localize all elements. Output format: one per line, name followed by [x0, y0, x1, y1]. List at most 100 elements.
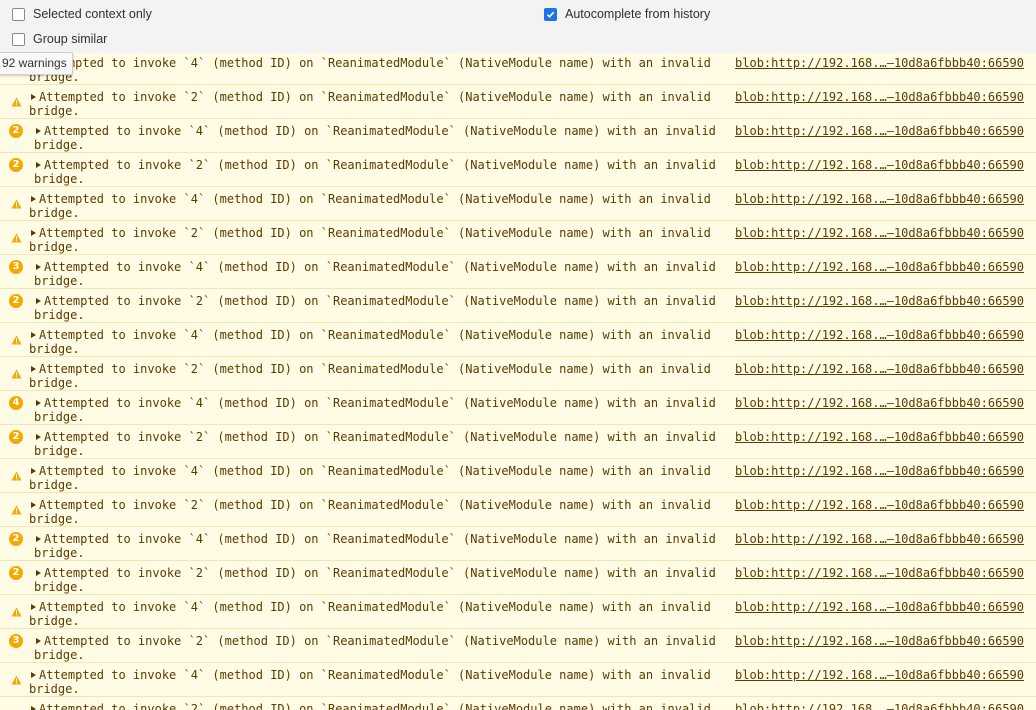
- expand-arrow-icon[interactable]: [31, 468, 36, 474]
- expand-arrow-icon[interactable]: [31, 196, 36, 202]
- console-message-text[interactable]: Attempted to invoke `2` (method ID) on `…: [29, 498, 729, 526]
- console-message-text[interactable]: Attempted to invoke `4` (method ID) on `…: [29, 668, 729, 696]
- expand-arrow-icon[interactable]: [36, 264, 41, 270]
- console-message-row[interactable]: Attempted to invoke `4` (method ID) on `…: [0, 187, 1036, 221]
- console-message-row[interactable]: Attempted to invoke `2` (method ID) on `…: [0, 357, 1036, 391]
- source-link[interactable]: blob:http://192.168.…–10d8a6fbbb40:66590: [735, 600, 1024, 614]
- warnings-count-tooltip: 92 warnings: [0, 52, 73, 75]
- expand-arrow-icon[interactable]: [31, 604, 36, 610]
- console-message-text[interactable]: Attempted to invoke `2` (method ID) on `…: [29, 362, 729, 390]
- console-message-text[interactable]: Attempted to invoke `2` (method ID) on `…: [29, 702, 729, 710]
- source-link[interactable]: blob:http://192.168.…–10d8a6fbbb40:66590: [735, 56, 1024, 70]
- console-message-row[interactable]: 4 Attempted to invoke `4` (method ID) on …: [0, 391, 1036, 425]
- console-message-text[interactable]: Attempted to invoke `2` (method ID) on `…: [29, 90, 729, 118]
- console-message-row[interactable]: 2 Attempted to invoke `2` (method ID) on …: [0, 425, 1036, 459]
- expand-arrow-icon[interactable]: [31, 706, 36, 710]
- source-link[interactable]: blob:http://192.168.…–10d8a6fbbb40:66590: [735, 566, 1024, 580]
- expand-arrow-icon[interactable]: [36, 400, 41, 406]
- console-message-row[interactable]: Attempted to invoke `4` (method ID) on `…: [0, 663, 1036, 697]
- console-message-text[interactable]: Attempted to invoke `4` (method ID) on `…: [29, 328, 729, 356]
- repeat-count-badge: 2: [9, 158, 23, 172]
- console-message-row[interactable]: 2 Attempted to invoke `2` (method ID) on …: [0, 561, 1036, 595]
- console-message-text[interactable]: Attempted to invoke `2` (method ID) on `…: [34, 158, 734, 186]
- console-message-text[interactable]: Attempted to invoke `2` (method ID) on `…: [29, 226, 729, 254]
- console-message-row[interactable]: 3 Attempted to invoke `2` (method ID) on …: [0, 629, 1036, 663]
- expand-arrow-icon[interactable]: [31, 332, 36, 338]
- group-similar-checkbox[interactable]: [12, 32, 25, 46]
- source-link[interactable]: blob:http://192.168.…–10d8a6fbbb40:66590: [735, 124, 1024, 138]
- selected-context-only-label: Selected context only: [33, 7, 152, 21]
- console-message-row[interactable]: 3 Attempted to invoke `4` (method ID) on …: [0, 255, 1036, 289]
- console-message-row[interactable]: Attempted to invoke `4` (method ID) on `…: [0, 595, 1036, 629]
- console-message-row[interactable]: Attempted to invoke `4` (method ID) on `…: [0, 459, 1036, 493]
- source-link[interactable]: blob:http://192.168.…–10d8a6fbbb40:66590: [735, 226, 1024, 240]
- selected-context-only-option[interactable]: Selected context only: [12, 7, 152, 21]
- expand-arrow-icon[interactable]: [36, 162, 41, 168]
- console-message-text[interactable]: Attempted to invoke `4` (method ID) on `…: [29, 600, 729, 628]
- source-link[interactable]: blob:http://192.168.…–10d8a6fbbb40:66590: [735, 90, 1024, 104]
- message-line-continued: bridge.: [34, 546, 85, 560]
- console-message-row[interactable]: Attempted to invoke `2` (method ID) on `…: [0, 221, 1036, 255]
- console-message-row[interactable]: Attempted to invoke `2` (method ID) on `…: [0, 697, 1036, 710]
- source-link[interactable]: blob:http://192.168.…–10d8a6fbbb40:66590: [735, 396, 1024, 410]
- console-message-text[interactable]: Attempted to invoke `4` (method ID) on `…: [34, 396, 734, 424]
- expand-arrow-icon[interactable]: [31, 502, 36, 508]
- console-message-text[interactable]: Attempted to invoke `2` (method ID) on `…: [34, 294, 734, 322]
- group-similar-option[interactable]: Group similar: [12, 32, 107, 46]
- source-link[interactable]: blob:http://192.168.…–10d8a6fbbb40:66590: [735, 498, 1024, 512]
- console-message-row[interactable]: 2 Attempted to invoke `2` (method ID) on …: [0, 153, 1036, 187]
- message-line: Attempted to invoke `4` (method ID) on `…: [44, 532, 716, 546]
- console-message-text[interactable]: Attempted to invoke `4` (method ID) on `…: [29, 192, 729, 220]
- source-link[interactable]: blob:http://192.168.…–10d8a6fbbb40:66590: [735, 430, 1024, 444]
- expand-arrow-icon[interactable]: [36, 536, 41, 542]
- console-message-row[interactable]: Attempted to invoke `4` (method ID) on `…: [0, 53, 1036, 85]
- expand-arrow-icon[interactable]: [31, 94, 36, 100]
- console-log[interactable]: Attempted to invoke `4` (method ID) on `…: [0, 53, 1036, 710]
- message-line-continued: bridge.: [29, 478, 80, 492]
- console-message-row[interactable]: 2 Attempted to invoke `4` (method ID) on …: [0, 119, 1036, 153]
- warning-icon: [11, 330, 22, 349]
- source-link[interactable]: blob:http://192.168.…–10d8a6fbbb40:66590: [735, 260, 1024, 274]
- source-link[interactable]: blob:http://192.168.…–10d8a6fbbb40:66590: [735, 328, 1024, 342]
- source-link[interactable]: blob:http://192.168.…–10d8a6fbbb40:66590: [735, 464, 1024, 478]
- expand-arrow-icon[interactable]: [36, 128, 41, 134]
- source-link[interactable]: blob:http://192.168.…–10d8a6fbbb40:66590: [735, 668, 1024, 682]
- message-line-continued: bridge.: [34, 410, 85, 424]
- console-message-row[interactable]: Attempted to invoke `4` (method ID) on `…: [0, 323, 1036, 357]
- selected-context-only-checkbox[interactable]: [12, 7, 25, 21]
- source-link[interactable]: blob:http://192.168.…–10d8a6fbbb40:66590: [735, 362, 1024, 376]
- warning-icon: [11, 704, 22, 710]
- expand-arrow-icon[interactable]: [36, 570, 41, 576]
- source-link[interactable]: blob:http://192.168.…–10d8a6fbbb40:66590: [735, 192, 1024, 206]
- console-settings-bar: Selected context only Group similar Auto…: [0, 0, 1036, 54]
- console-message-text[interactable]: Attempted to invoke `4` (method ID) on `…: [29, 464, 729, 492]
- source-link[interactable]: blob:http://192.168.…–10d8a6fbbb40:66590: [735, 294, 1024, 308]
- expand-arrow-icon[interactable]: [36, 638, 41, 644]
- expand-arrow-icon[interactable]: [36, 434, 41, 440]
- source-link[interactable]: blob:http://192.168.…–10d8a6fbbb40:66590: [735, 702, 1024, 710]
- console-message-text[interactable]: Attempted to invoke `4` (method ID) on `…: [34, 124, 734, 152]
- expand-arrow-icon[interactable]: [31, 230, 36, 236]
- console-message-row[interactable]: 2 Attempted to invoke `4` (method ID) on …: [0, 527, 1036, 561]
- console-message-text[interactable]: Attempted to invoke `2` (method ID) on `…: [34, 430, 734, 458]
- source-link[interactable]: blob:http://192.168.…–10d8a6fbbb40:66590: [735, 634, 1024, 648]
- message-line: Attempted to invoke `2` (method ID) on `…: [39, 362, 711, 376]
- console-message-text[interactable]: Attempted to invoke `2` (method ID) on `…: [34, 566, 734, 594]
- console-message-row[interactable]: Attempted to invoke `2` (method ID) on `…: [0, 85, 1036, 119]
- source-link[interactable]: blob:http://192.168.…–10d8a6fbbb40:66590: [735, 158, 1024, 172]
- console-message-row[interactable]: 2 Attempted to invoke `2` (method ID) on …: [0, 289, 1036, 323]
- warning-icon: [11, 602, 22, 621]
- expand-arrow-icon[interactable]: [31, 366, 36, 372]
- console-message-text[interactable]: Attempted to invoke `2` (method ID) on `…: [34, 634, 734, 662]
- autocomplete-from-history-option[interactable]: Autocomplete from history: [544, 7, 710, 21]
- console-message-text[interactable]: Attempted to invoke `4` (method ID) on `…: [34, 532, 734, 560]
- message-line: Attempted to invoke `4` (method ID) on `…: [44, 260, 716, 274]
- expand-arrow-icon[interactable]: [36, 298, 41, 304]
- console-message-text[interactable]: Attempted to invoke `4` (method ID) on `…: [29, 56, 729, 84]
- source-link[interactable]: blob:http://192.168.…–10d8a6fbbb40:66590: [735, 532, 1024, 546]
- console-message-text[interactable]: Attempted to invoke `4` (method ID) on `…: [34, 260, 734, 288]
- autocomplete-from-history-checkbox[interactable]: [544, 7, 557, 21]
- console-message-row[interactable]: Attempted to invoke `2` (method ID) on `…: [0, 493, 1036, 527]
- message-line: Attempted to invoke `2` (method ID) on `…: [44, 566, 716, 580]
- expand-arrow-icon[interactable]: [31, 672, 36, 678]
